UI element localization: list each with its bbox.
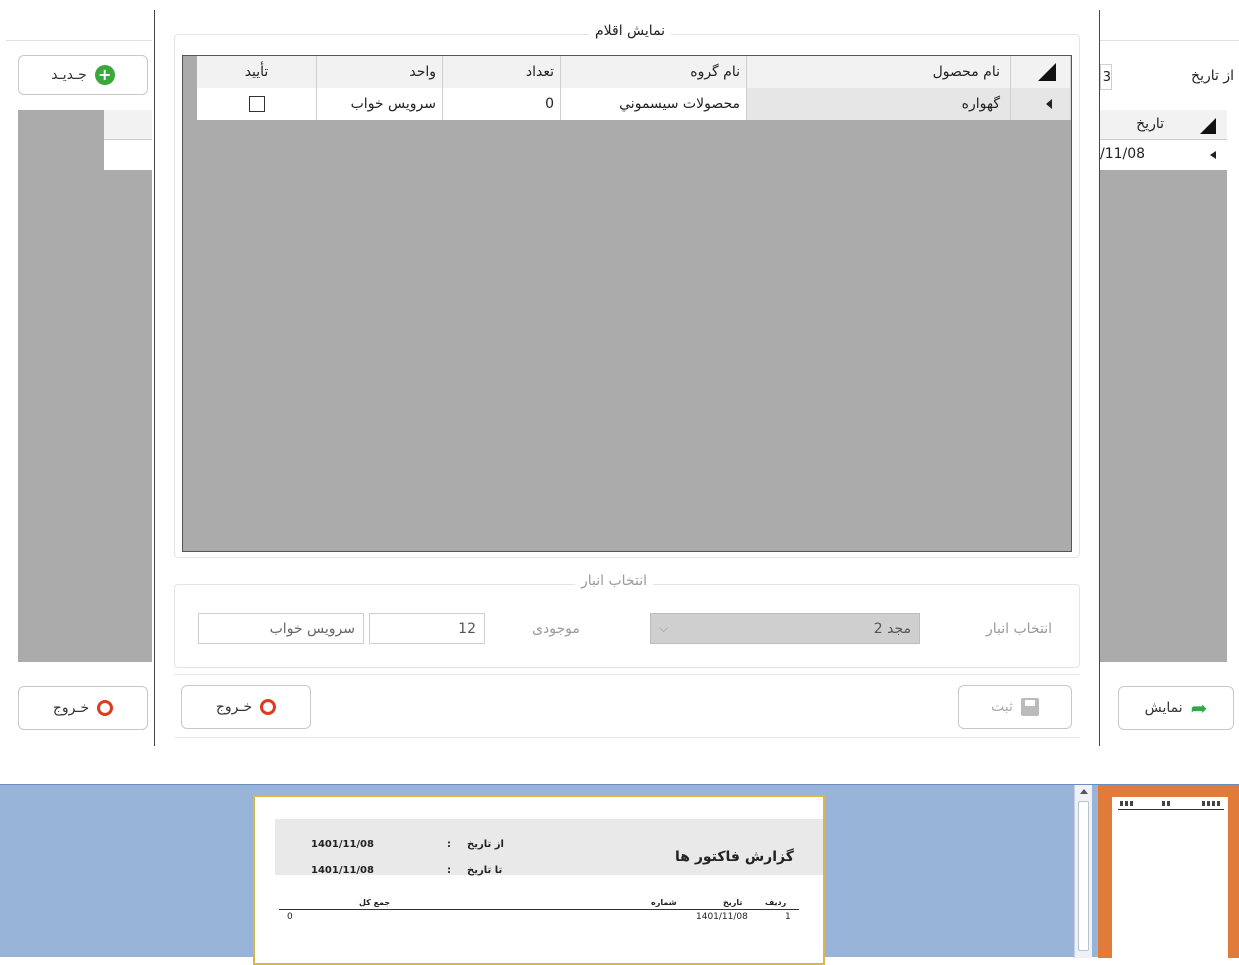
items-group-title: نمايش اقلام [589,23,672,39]
scrollbar-thumb[interactable] [1078,801,1089,951]
row-indicator-cell [1011,88,1071,120]
report-col-row: رديف [765,898,787,907]
show-button-label: نمايش [1144,700,1183,716]
report-col-date: تاريخ [723,898,743,907]
warehouse-select-value: مجد 2 [873,620,911,637]
warehouse-group-title: انتخاب انبار [575,573,653,589]
dialog-exit-label: خـروج [215,699,253,715]
report-to-label: تا تاريخ [467,865,503,876]
left-panel: + جـديـد خـروج [0,40,152,740]
warehouse-select[interactable]: مجد 2 ⌵ [650,613,920,644]
row-indicator-icon [1046,99,1052,109]
save-disk-icon [1020,698,1039,716]
report-col-number: شماره [651,898,677,907]
left-divider [154,10,155,746]
right-panel: 3 از تاريخ تاريخ /11/08 ➦ نمايش [1100,40,1239,740]
left-grid[interactable] [18,110,152,662]
chevron-down-icon: ⌵ [659,621,669,635]
col-header-product[interactable]: نام محصول [747,56,1011,88]
left-exit-button[interactable]: خـروج [18,686,148,730]
items-grid-header: تأييد واحد تعداد نام گروه نام محصول [197,56,1071,88]
unit-field: سرويس خواب [198,613,364,644]
row-confirm-cell[interactable] [197,88,317,120]
thumbnail-panel[interactable] [1098,785,1239,962]
items-dialog: نمايش اقلام تأييد واحد تعداد نام گروه نا… [156,0,1098,746]
add-icon: + [94,65,115,85]
new-button-label: جـديـد [51,67,87,83]
row-group[interactable]: محصولات سيسموني [561,88,747,120]
col-header-group[interactable]: نام گروه [561,56,747,88]
power-icon [260,699,277,715]
right-grid-row-date: /11/08 [1100,146,1146,162]
report-row-index: 1 [785,912,791,922]
unit-value: سرويس خواب [269,620,355,637]
warehouse-label: انتخاب انبار [986,621,1052,637]
refresh-arrow-icon: ➦ [1190,696,1208,720]
report-row-date: 1401/11/08 [696,912,748,922]
power-icon [97,700,114,716]
col-header-corner [1011,56,1071,88]
table-row[interactable]: سرويس خواب 0 محصولات سيسموني گهواره [197,88,1071,120]
page-thumbnail[interactable] [1112,797,1228,962]
scroll-up-arrow-icon[interactable] [1080,789,1088,794]
stock-value: 12 [458,620,476,637]
right-panel-border [1100,40,1239,41]
row-unit[interactable]: سرويس خواب [317,88,443,120]
report-from-value: 1401/11/08 [311,839,374,850]
items-grid[interactable]: تأييد واحد تعداد نام گروه نام محصول سروي… [182,55,1072,552]
left-grid-row[interactable] [104,140,152,170]
report-page: گزارش فاكتور ها از تاريخ : 1401/11/08 تا… [253,795,825,965]
from-date-value: 3 [1102,69,1111,85]
from-date-input[interactable]: 3 [1100,64,1112,90]
show-button[interactable]: ➦ نمايش [1118,686,1234,730]
right-grid-row[interactable]: /11/08 [1100,140,1227,170]
right-grid[interactable]: تاريخ /11/08 [1100,110,1227,662]
save-button-label: ثبت [991,699,1013,715]
right-grid-header: تاريخ [1100,110,1227,140]
report-from-label: از تاريخ [467,839,504,850]
thumbnail-line [1118,809,1224,810]
col-header-count[interactable]: تعداد [443,56,561,88]
left-panel-border [6,40,152,41]
thumbnail-text [1202,801,1222,806]
row-product[interactable]: گهواره [747,88,1011,120]
thumbnail-text [1120,801,1134,806]
save-button[interactable]: ثبت [958,685,1072,729]
report-from-colon: : [447,839,451,850]
report-to-value: 1401/11/08 [311,865,374,876]
dialog-exit-button[interactable]: خـروج [181,685,311,729]
row-count[interactable]: 0 [443,88,561,120]
report-viewer: گزارش فاكتور ها از تاريخ : 1401/11/08 تا… [0,784,1239,965]
left-grid-header [104,110,152,140]
row-indicator-icon [1210,151,1216,159]
new-button[interactable]: + جـديـد [18,55,148,95]
stock-label: موجودی [532,621,580,637]
sort-corner-icon [1200,118,1216,134]
report-col-total: جمع كل [359,898,391,907]
report-row-total: 0 [287,912,293,922]
report-to-colon: : [447,865,451,876]
thumbnail-text [1162,801,1172,806]
stock-field: 12 [369,613,485,644]
right-grid-header-date: تاريخ [1136,116,1164,132]
report-vertical-scrollbar[interactable] [1074,785,1092,958]
from-date-label: از تاريخ [1191,68,1234,84]
report-title: گزارش فاكتور ها [675,849,794,865]
sort-corner-icon [1038,63,1056,81]
report-header-rule [279,909,799,910]
confirm-checkbox[interactable] [248,96,265,112]
left-exit-label: خـروج [52,700,90,716]
col-header-unit[interactable]: واحد [317,56,443,88]
col-header-confirm[interactable]: تأييد [197,56,317,88]
